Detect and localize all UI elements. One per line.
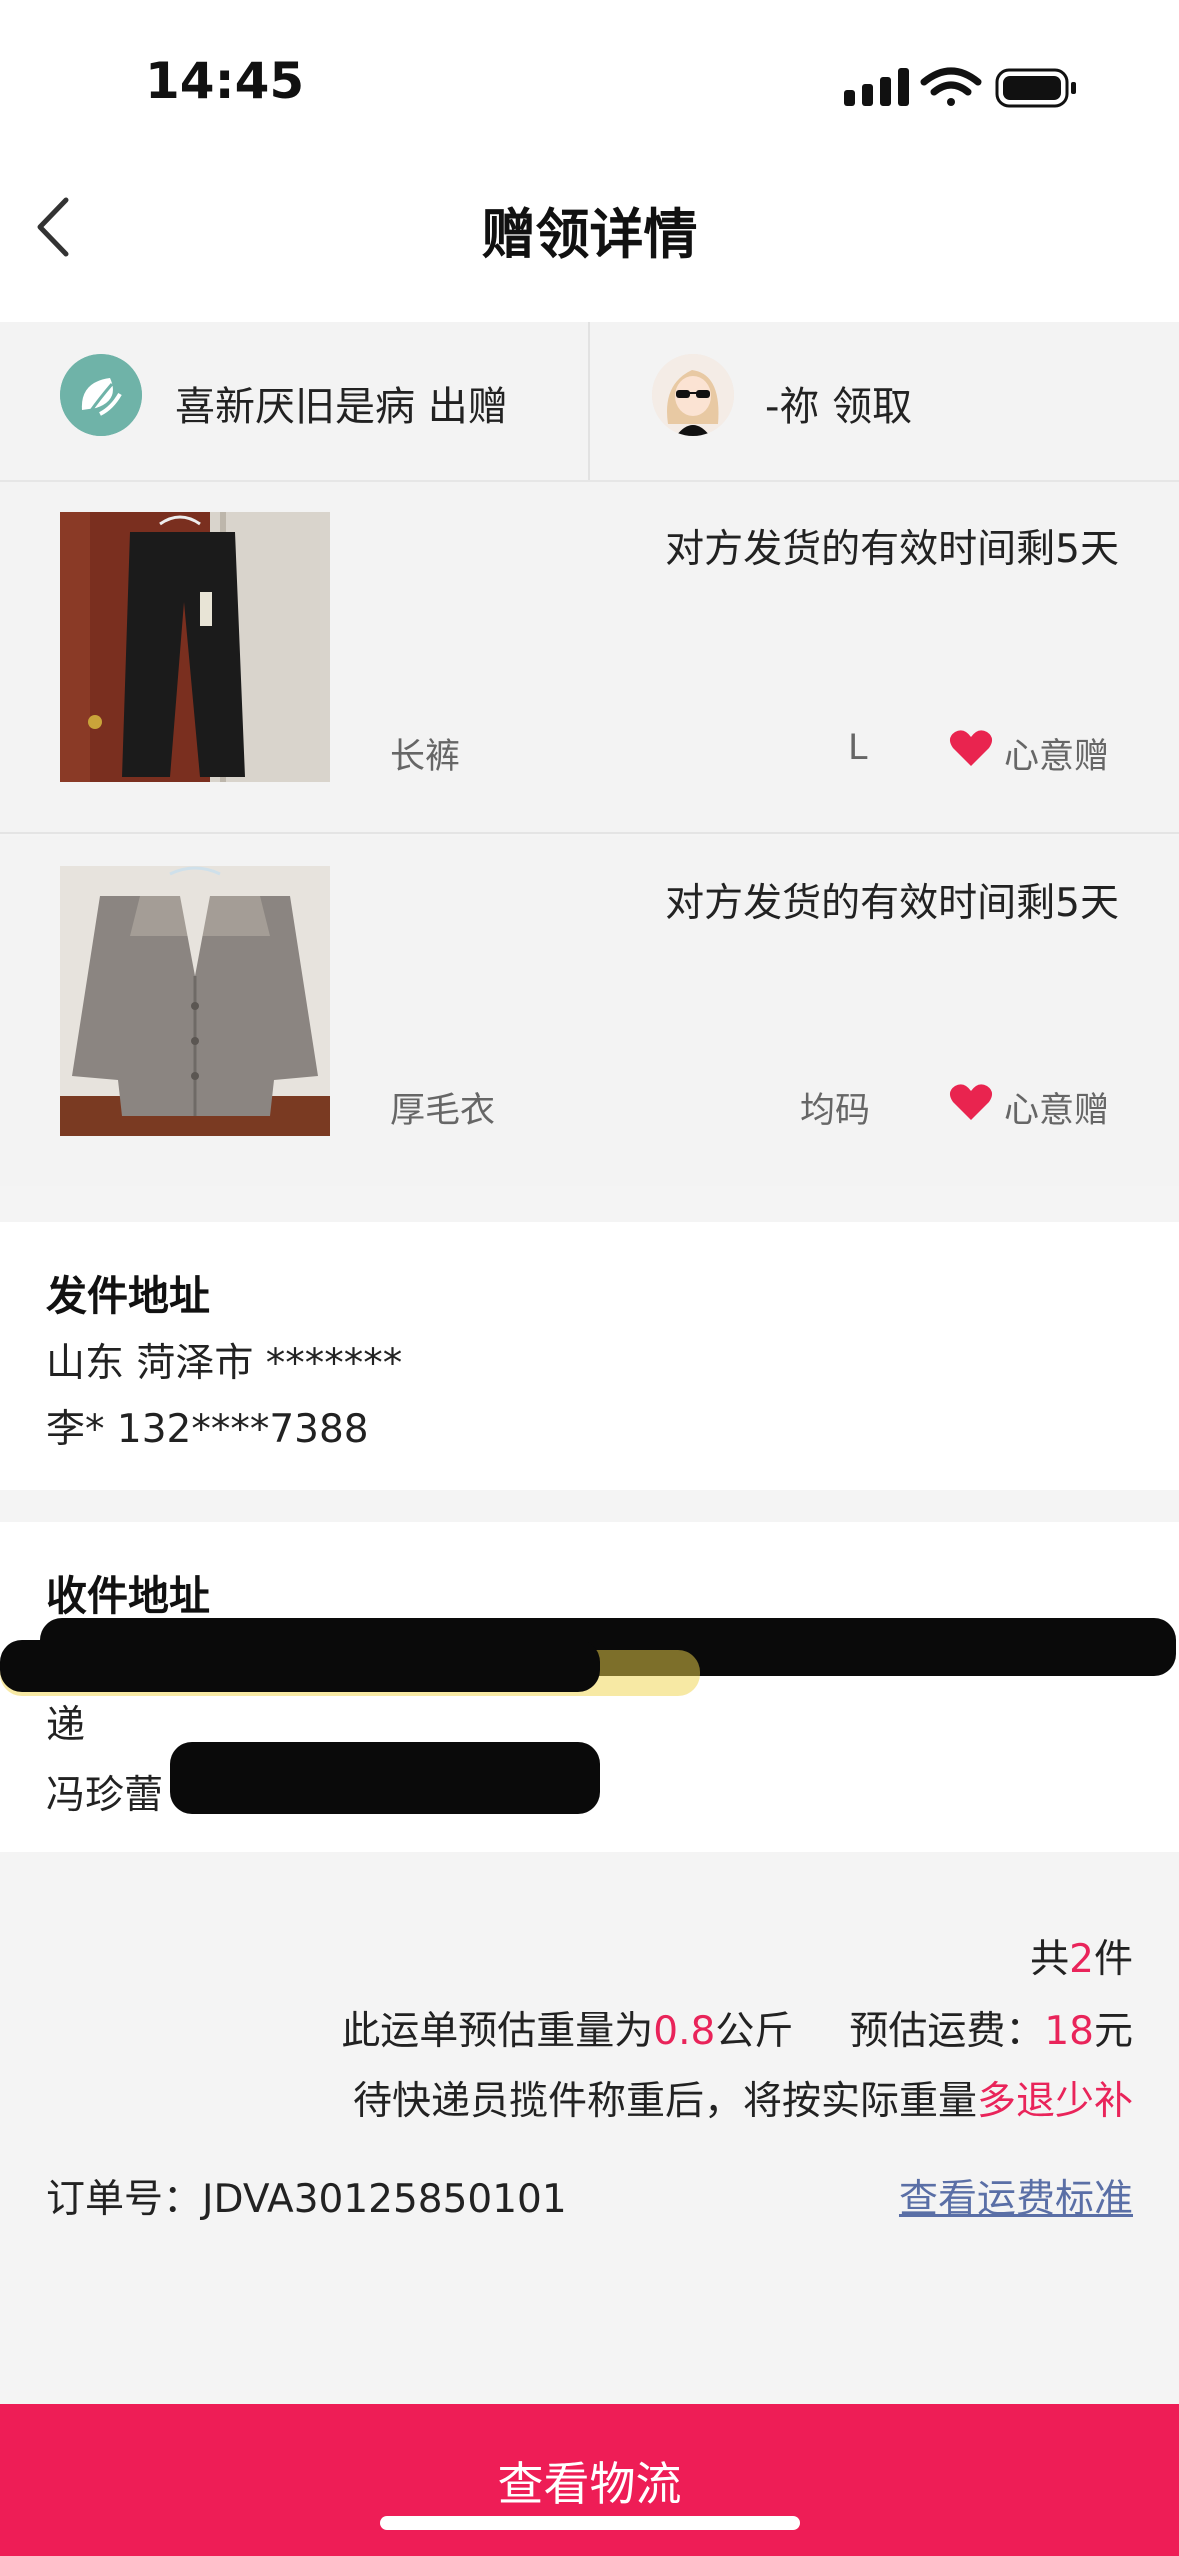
item-count: 共2件 (1030, 1937, 1133, 1982)
top-bar (0, 0, 1179, 322)
gift-type-badge: 心意赠 (948, 722, 1138, 777)
view-logistics-button[interactable]: 查看物流 (0, 2404, 1179, 2556)
cellular-signal-icon (844, 68, 909, 106)
sender-address-region: 山东 菏泽市 ******* (46, 1341, 403, 1386)
girl-sunglasses-avatar-icon (652, 354, 734, 436)
item-card[interactable]: 对方发货的有效时间剩5天 厚毛衣 均码 心意赠 (0, 836, 1179, 1186)
receiver-address-title: 收件地址 (46, 1572, 210, 1620)
battery-icon (995, 68, 1076, 108)
receiver-avatar[interactable] (652, 354, 734, 436)
sender-address-title: 发件地址 (46, 1272, 210, 1320)
home-indicator[interactable] (380, 2516, 800, 2530)
ship-validity: 对方发货的有效时间剩5天 (665, 527, 1119, 572)
item-size: 均码 (800, 1091, 871, 1131)
giver-name[interactable]: 喜新厌旧是病 出赠 (175, 374, 508, 432)
receiver-address-card: 收件地址 递 冯珍蕾 19101 (0, 1522, 1179, 1852)
leaf-logo-icon (60, 354, 142, 436)
receiver-name[interactable]: -祢 领取 (765, 374, 912, 432)
view-logistics-label: 查看物流 (497, 2457, 682, 2511)
party-divider (588, 322, 590, 480)
weight-adjust-note: 待快递员揽件称重后，将按实际重量多退少补 (352, 2079, 1133, 2124)
page-title: 赠领详情 (481, 203, 698, 266)
fee-standard-link[interactable]: 查看运费标准 (899, 2168, 1133, 2224)
item-thumbnail-sweater[interactable] (60, 866, 330, 1136)
heart-icon (949, 730, 993, 766)
ship-validity: 对方发货的有效时间剩5天 (665, 881, 1119, 926)
order-number: 订单号：JDVA30125850101 (46, 2177, 567, 2222)
item-name: 厚毛衣 (390, 1091, 496, 1131)
status-time: 14:45 (145, 52, 305, 110)
sender-address-card: 发件地址 山东 菏泽市 ******* 李* 132****7388 (0, 1222, 1179, 1490)
redaction-scribble (0, 1640, 600, 1692)
heart-icon (949, 1084, 993, 1120)
wifi-icon (920, 67, 982, 106)
item-name: 长裤 (390, 737, 461, 777)
redaction-scribble (170, 1742, 600, 1814)
giver-avatar[interactable] (60, 354, 142, 436)
gift-type-badge: 心意赠 (948, 1076, 1138, 1131)
sender-contact: 李* 132****7388 (46, 1407, 369, 1452)
item-card[interactable]: 对方发货的有效时间剩5天 长裤 L 心意赠 (0, 482, 1179, 834)
receiver-address-tail: 递 (46, 1703, 86, 1748)
gift-label: 心意赠 (1004, 1091, 1110, 1131)
item-thumbnail-pants[interactable] (60, 512, 330, 782)
status-icons (842, 62, 1082, 114)
item-size: L (848, 728, 868, 768)
gift-label: 心意赠 (1004, 737, 1110, 777)
weight-fee-estimate: 此运单预估重量为0.8公斤 预估运费：18元 (341, 2009, 1133, 2054)
